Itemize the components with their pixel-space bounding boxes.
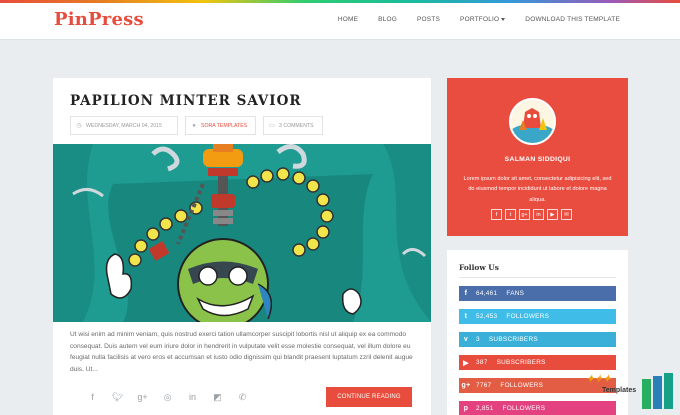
share-bar: f 🐦︎ g+ ◎ in ◩ ✆ (80, 390, 255, 404)
post-comments[interactable]: ▭ 3 COMMENTS (263, 116, 323, 135)
youtube-icon: ▶ (463, 359, 469, 367)
nav-portfolio-label: PORTFOLIO (460, 16, 500, 23)
follow-label: FOLLOWERS (500, 382, 544, 389)
blog-post-card: PAPILION MINTER SAVIOR ◷ WEDNESDAY, MARC… (53, 78, 431, 415)
author-name: SALMAN SIDDIQUI (504, 156, 571, 163)
site-header: PinPress HOME BLOG POSTS PORTFOLIO DOWNL… (0, 3, 680, 40)
nav-home[interactable]: HOME (338, 16, 358, 23)
facebook-icon[interactable]: f (80, 390, 105, 404)
post-author-text: SORA TEMPLATES (201, 122, 248, 129)
follow-count: 3 (476, 336, 480, 343)
google-plus-icon[interactable]: g+ (519, 209, 530, 220)
post-date-text: WEDNESDAY, MARCH 04, 2015 (86, 122, 162, 129)
divider (459, 277, 616, 278)
whatsapp-icon[interactable]: ✆ (230, 390, 255, 404)
reddit-icon[interactable]: ◎ (155, 390, 180, 404)
follow-label: SUBSCRIBERS (496, 359, 546, 366)
linkedin-icon[interactable]: in (533, 209, 544, 220)
follow-youtube[interactable]: ▶ 387 SUBSCRIBERS (459, 355, 616, 370)
post-author[interactable]: ● SORA TEMPLATES (185, 116, 256, 135)
author-bio: Lorem ipsum dolor sit amet, consectetur … (463, 176, 612, 203)
author-widget: SALMAN SIDDIQUI Lorem ipsum dolor sit am… (447, 78, 628, 236)
facebook-icon[interactable]: f (491, 209, 502, 220)
follow-label: FOLLOWERS (506, 313, 550, 320)
post-date: ◷ WEDNESDAY, MARCH 04, 2015 (70, 116, 178, 135)
watermark-text: Templates (602, 387, 637, 394)
follow-facebook[interactable]: f 64,461 FANS (459, 286, 616, 301)
continue-reading-button[interactable]: CONTINUE READING (326, 387, 412, 407)
email-icon[interactable]: ✉ (561, 209, 572, 220)
follow-count: 7767 (476, 382, 492, 389)
follow-count: 64,461 (476, 290, 498, 297)
follow-count: 387 (476, 359, 488, 366)
main-nav: HOME BLOG POSTS PORTFOLIO DOWNLOAD THIS … (318, 16, 620, 23)
twitter-icon[interactable]: 🐦︎ (105, 390, 130, 404)
post-comments-text: 3 COMMENTS (279, 122, 314, 129)
watermark-book-icon (642, 373, 673, 409)
author-social-links: f t g+ in ▶ ✉ (491, 209, 572, 220)
follow-label: FANS (506, 290, 525, 297)
watermark-logo: ✦✧✦ Templates (582, 370, 680, 415)
delicious-icon[interactable]: ◩ (205, 390, 230, 404)
follow-twitter[interactable]: t 52,453 FOLLOWERS (459, 309, 616, 324)
chevron-down-icon (501, 17, 506, 21)
post-title[interactable]: PAPILION MINTER SAVIOR (70, 93, 302, 109)
twitter-icon: t (464, 313, 468, 320)
follow-label: SUBSCRIBERS (488, 336, 538, 343)
comment-icon: ▭ (269, 123, 275, 129)
follow-count: 2,851 (476, 405, 494, 412)
pinterest-icon: p (463, 405, 469, 412)
watermark-brand-icon: ✦✧✦ (586, 374, 612, 385)
vimeo-icon: v (463, 336, 469, 343)
clock-icon: ◷ (76, 123, 82, 129)
avatar (509, 98, 556, 145)
linkedin-icon[interactable]: in (180, 390, 205, 404)
follow-label: FOLLOWERS (502, 405, 546, 412)
post-featured-image[interactable] (53, 144, 431, 322)
follow-heading: Follow Us (459, 263, 499, 272)
facebook-icon: f (464, 290, 468, 297)
nav-posts[interactable]: POSTS (417, 16, 440, 23)
nav-portfolio[interactable]: PORTFOLIO (460, 16, 506, 23)
follow-count: 52,453 (476, 313, 498, 320)
nav-blog[interactable]: BLOG (378, 16, 397, 23)
user-icon: ● (192, 122, 196, 129)
google-plus-icon[interactable]: g+ (130, 390, 155, 404)
site-logo[interactable]: PinPress (54, 9, 144, 30)
follow-vimeo[interactable]: v 3 SUBSCRIBERS (459, 332, 616, 347)
illustration-image (53, 144, 431, 322)
google-plus-icon: g+ (461, 382, 471, 389)
youtube-icon[interactable]: ▶ (547, 209, 558, 220)
nav-download-template[interactable]: DOWNLOAD THIS TEMPLATE (525, 16, 620, 23)
post-excerpt: Ut wisi enim ad minim veniam, quis nostr… (70, 331, 413, 373)
twitter-icon[interactable]: t (505, 209, 516, 220)
